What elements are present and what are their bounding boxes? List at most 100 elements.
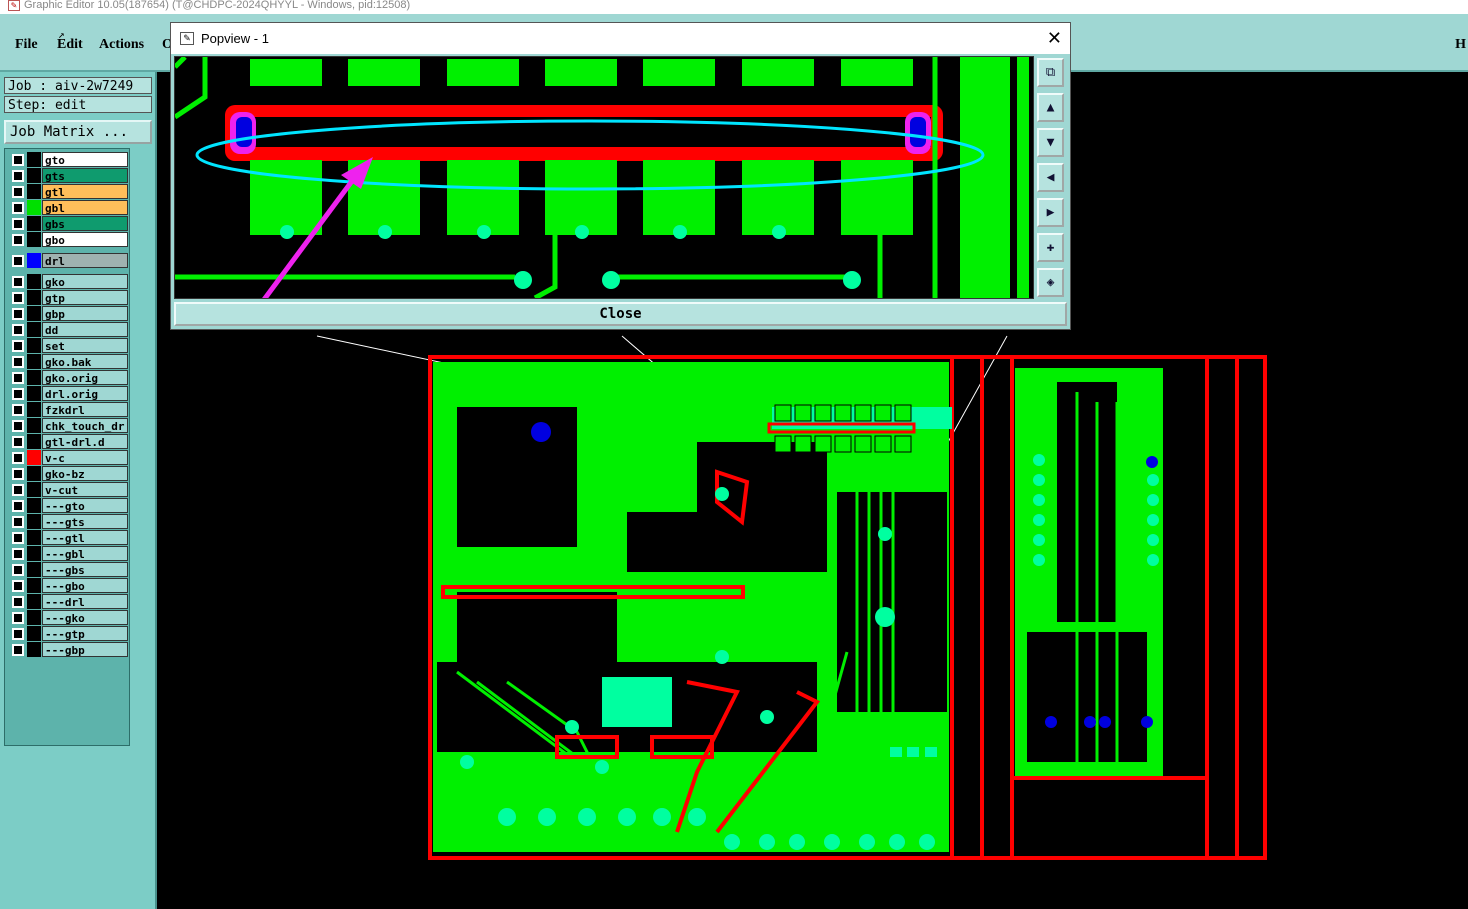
layer-name[interactable]: gbo (42, 232, 128, 247)
layer-checkbox[interactable] (12, 276, 24, 288)
layer-color-swatch[interactable] (27, 418, 41, 433)
layer-row-gko[interactable]: ---gko (8, 610, 128, 625)
pan-left-icon[interactable]: ◀ (1037, 163, 1064, 192)
layer-row-gbp[interactable]: ---gbp (8, 642, 128, 657)
layer-row-v-cut[interactable]: v-cut (8, 482, 128, 497)
layer-color-swatch[interactable] (27, 274, 41, 289)
layer-color-swatch[interactable] (27, 306, 41, 321)
layer-name[interactable]: ---gbp (42, 642, 128, 657)
layer-row-gbo[interactable]: gbo (8, 232, 128, 247)
layer-name[interactable]: gko (42, 274, 128, 289)
layer-row-drl[interactable]: drl (8, 253, 128, 268)
menu-help-partial[interactable]: H (1455, 37, 1466, 53)
layer-row-gtp[interactable]: gtp (8, 290, 128, 305)
layer-checkbox[interactable] (12, 218, 24, 230)
layer-checkbox[interactable] (12, 484, 24, 496)
layer-name[interactable]: gko.orig (42, 370, 128, 385)
layer-color-swatch[interactable] (27, 498, 41, 513)
layer-checkbox[interactable] (12, 186, 24, 198)
layer-row-gtl[interactable]: ---gtl (8, 530, 128, 545)
layer-checkbox[interactable] (12, 356, 24, 368)
layer-checkbox[interactable] (12, 404, 24, 416)
layer-name[interactable]: ---gtl (42, 530, 128, 545)
layer-checkbox[interactable] (12, 580, 24, 592)
pan-down-icon[interactable]: ▼ (1037, 128, 1064, 157)
layer-row-set[interactable]: set (8, 338, 128, 353)
layer-row-drl-orig[interactable]: drl.orig (8, 386, 128, 401)
layer-name[interactable]: gtl (42, 184, 128, 199)
layer-color-swatch[interactable] (27, 562, 41, 577)
layer-name[interactable]: ---gtp (42, 626, 128, 641)
layer-name[interactable]: v-cut (42, 482, 128, 497)
layer-name[interactable]: fzkdrl (42, 402, 128, 417)
layer-color-swatch[interactable] (27, 594, 41, 609)
layer-name[interactable]: gbp (42, 306, 128, 321)
layer-checkbox[interactable] (12, 500, 24, 512)
layer-row-gts[interactable]: ---gts (8, 514, 128, 529)
layer-color-swatch[interactable] (27, 184, 41, 199)
layer-row-gbo[interactable]: ---gbo (8, 578, 128, 593)
layer-row-gtl-drl-d[interactable]: gtl-drl.d (8, 434, 128, 449)
layer-checkbox[interactable] (12, 292, 24, 304)
layer-checkbox[interactable] (12, 436, 24, 448)
layer-color-swatch[interactable] (27, 152, 41, 167)
layer-row-gbp[interactable]: gbp (8, 306, 128, 321)
layer-color-swatch[interactable] (27, 290, 41, 305)
layer-color-swatch[interactable] (27, 386, 41, 401)
layer-color-swatch[interactable] (27, 322, 41, 337)
layer-checkbox[interactable] (12, 644, 24, 656)
layer-row-gto[interactable]: gto (8, 152, 128, 167)
layer-color-swatch[interactable] (27, 482, 41, 497)
layer-name[interactable]: gto (42, 152, 128, 167)
popview-canvas[interactable] (174, 56, 1034, 299)
layer-checkbox[interactable] (12, 372, 24, 384)
layer-row-gto[interactable]: ---gto (8, 498, 128, 513)
layer-color-swatch[interactable] (27, 578, 41, 593)
layer-color-swatch[interactable] (27, 466, 41, 481)
layer-color-swatch[interactable] (27, 354, 41, 369)
layer-row-gtl[interactable]: gtl (8, 184, 128, 199)
layer-checkbox[interactable] (12, 202, 24, 214)
layer-color-swatch[interactable] (27, 168, 41, 183)
layer-color-swatch[interactable] (27, 232, 41, 247)
layer-name[interactable]: drl.orig (42, 386, 128, 401)
layer-name[interactable]: dd (42, 322, 128, 337)
layer-checkbox[interactable] (12, 468, 24, 480)
popview-close-button[interactable]: Close (174, 302, 1067, 326)
menu-actions[interactable]: Actions (99, 37, 144, 53)
layer-name[interactable]: v-c (42, 450, 128, 465)
layer-name[interactable]: gko.bak (42, 354, 128, 369)
layer-color-swatch[interactable] (27, 434, 41, 449)
layer-row-gko[interactable]: gko (8, 274, 128, 289)
layer-checkbox[interactable] (12, 532, 24, 544)
layer-name[interactable]: gtp (42, 290, 128, 305)
layer-color-swatch[interactable] (27, 450, 41, 465)
layer-checkbox[interactable] (12, 564, 24, 576)
layer-name[interactable]: ---gbo (42, 578, 128, 593)
layer-checkbox[interactable] (12, 452, 24, 464)
layer-checkbox[interactable] (12, 548, 24, 560)
layer-checkbox[interactable] (12, 340, 24, 352)
layer-color-swatch[interactable] (27, 402, 41, 417)
layer-row-gts[interactable]: gts (8, 168, 128, 183)
layer-color-swatch[interactable] (27, 626, 41, 641)
layer-name[interactable]: gts (42, 168, 128, 183)
layer-color-swatch[interactable] (27, 530, 41, 545)
layer-checkbox[interactable] (12, 596, 24, 608)
layer-name[interactable]: ---gts (42, 514, 128, 529)
layer-checkbox[interactable] (12, 388, 24, 400)
layer-row-gko-bz[interactable]: gko-bz (8, 466, 128, 481)
layer-row-v-c[interactable]: v-c (8, 450, 128, 465)
layer-name[interactable]: gtl-drl.d (42, 434, 128, 449)
layer-row-gbs[interactable]: gbs (8, 216, 128, 231)
layer-name[interactable]: ---gbs (42, 562, 128, 577)
menu-file[interactable]: File (15, 37, 38, 53)
layer-name[interactable]: gbs (42, 216, 128, 231)
layer-checkbox[interactable] (12, 628, 24, 640)
layer-row-gko-bak[interactable]: gko.bak (8, 354, 128, 369)
layer-name[interactable]: gbl (42, 200, 128, 215)
layer-color-swatch[interactable] (27, 216, 41, 231)
layer-checkbox[interactable] (12, 324, 24, 336)
pan-right-icon[interactable]: ▶ (1037, 198, 1064, 227)
zoom-window-icon[interactable]: ⧉ (1037, 58, 1064, 87)
